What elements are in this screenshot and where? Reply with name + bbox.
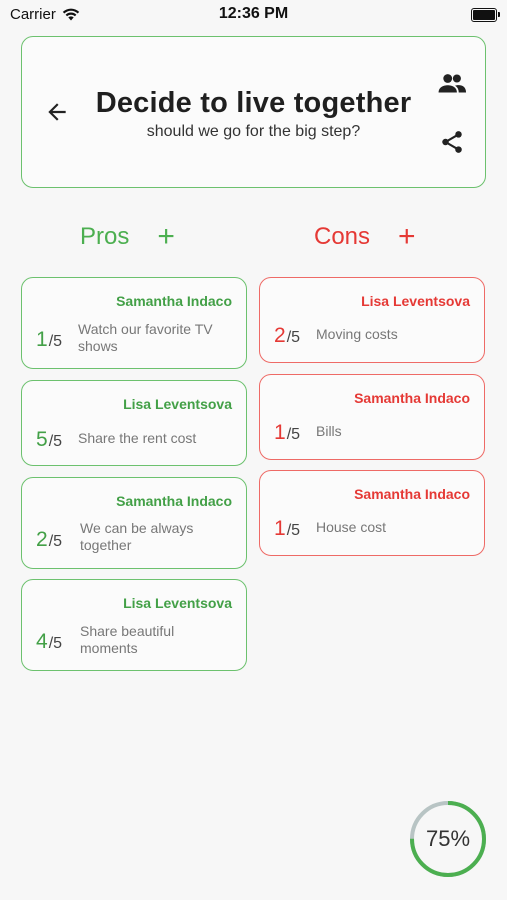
score-value: 1 xyxy=(274,421,286,444)
card-score: 1 /5 xyxy=(274,421,300,445)
pro-card[interactable]: Samantha Indaco 1 /5 Watch our favorite … xyxy=(21,277,247,369)
card-text: Share beautiful moments xyxy=(80,623,175,656)
card-text: Watch our favorite TV shows xyxy=(78,321,213,354)
card-author: Lisa Leventsova xyxy=(123,595,232,611)
clock: 12:36 PM xyxy=(218,5,289,22)
score-value: 2 xyxy=(274,324,286,347)
add-con-button[interactable]: + xyxy=(398,222,416,252)
card-author: Lisa Leventsova xyxy=(361,293,470,309)
card-author: Samantha Indaco xyxy=(354,486,470,502)
card-text: House cost xyxy=(316,519,387,535)
score-max: /5 xyxy=(286,522,301,539)
score-max: /5 xyxy=(286,426,301,443)
add-pro-button[interactable]: + xyxy=(157,222,175,252)
card-text: Bills xyxy=(316,423,342,439)
pro-card[interactable]: Samantha Indaco 2 /5 We can be always to… xyxy=(21,477,247,569)
score-value: 2 xyxy=(36,528,48,551)
cons-label: Cons xyxy=(314,223,371,250)
decision-progress: 75% xyxy=(408,799,488,879)
pros-label: Pros xyxy=(80,223,130,250)
card-score: 2 /5 xyxy=(36,528,62,552)
card-score: 2 /5 xyxy=(274,324,300,348)
score-value: 1 xyxy=(274,517,286,540)
card-score: 5 /5 xyxy=(36,428,62,452)
con-card[interactable]: Samantha Indaco 1 /5 Bills xyxy=(259,374,485,460)
card-author: Samantha Indaco xyxy=(116,493,232,509)
score-max: /5 xyxy=(286,329,301,346)
score-value: 5 xyxy=(36,428,48,451)
share-icon[interactable] xyxy=(439,129,465,155)
con-card[interactable]: Samantha Indaco 1 /5 House cost xyxy=(259,470,485,556)
score-max: /5 xyxy=(48,533,63,550)
cons-header: Cons + xyxy=(314,222,416,252)
score-max: /5 xyxy=(48,635,63,652)
card-text: Moving costs xyxy=(316,326,398,342)
pro-card[interactable]: Lisa Leventsova 5 /5 Share the rent cost xyxy=(21,380,247,466)
con-card[interactable]: Lisa Leventsova 2 /5 Moving costs xyxy=(259,277,485,363)
pros-header: Pros + xyxy=(80,222,175,252)
card-author: Lisa Leventsova xyxy=(123,396,232,412)
score-value: 1 xyxy=(36,328,48,351)
card-score: 1 /5 xyxy=(36,328,62,352)
card-text: Share the rent cost xyxy=(78,430,197,446)
page-title: Decide to live together xyxy=(95,87,412,119)
card-text: We can be always together xyxy=(80,520,194,553)
battery-icon xyxy=(471,8,500,22)
page-subtitle: should we go for the big step? xyxy=(146,123,361,140)
score-max: /5 xyxy=(48,333,63,350)
card-author: Samantha Indaco xyxy=(116,293,232,309)
score-value: 4 xyxy=(36,630,48,653)
score-max: /5 xyxy=(48,433,63,450)
pro-card[interactable]: Lisa Leventsova 4 /5 Share beautiful mom… xyxy=(21,579,247,671)
card-score: 1 /5 xyxy=(274,517,300,541)
progress-label: 75% xyxy=(425,826,471,851)
decision-header-card: Decide to live together should we go for… xyxy=(21,36,486,188)
people-icon[interactable] xyxy=(437,73,467,95)
card-score: 4 /5 xyxy=(36,630,62,654)
card-author: Samantha Indaco xyxy=(354,390,470,406)
status-bar: Carrier 12:36 PM xyxy=(0,0,507,30)
